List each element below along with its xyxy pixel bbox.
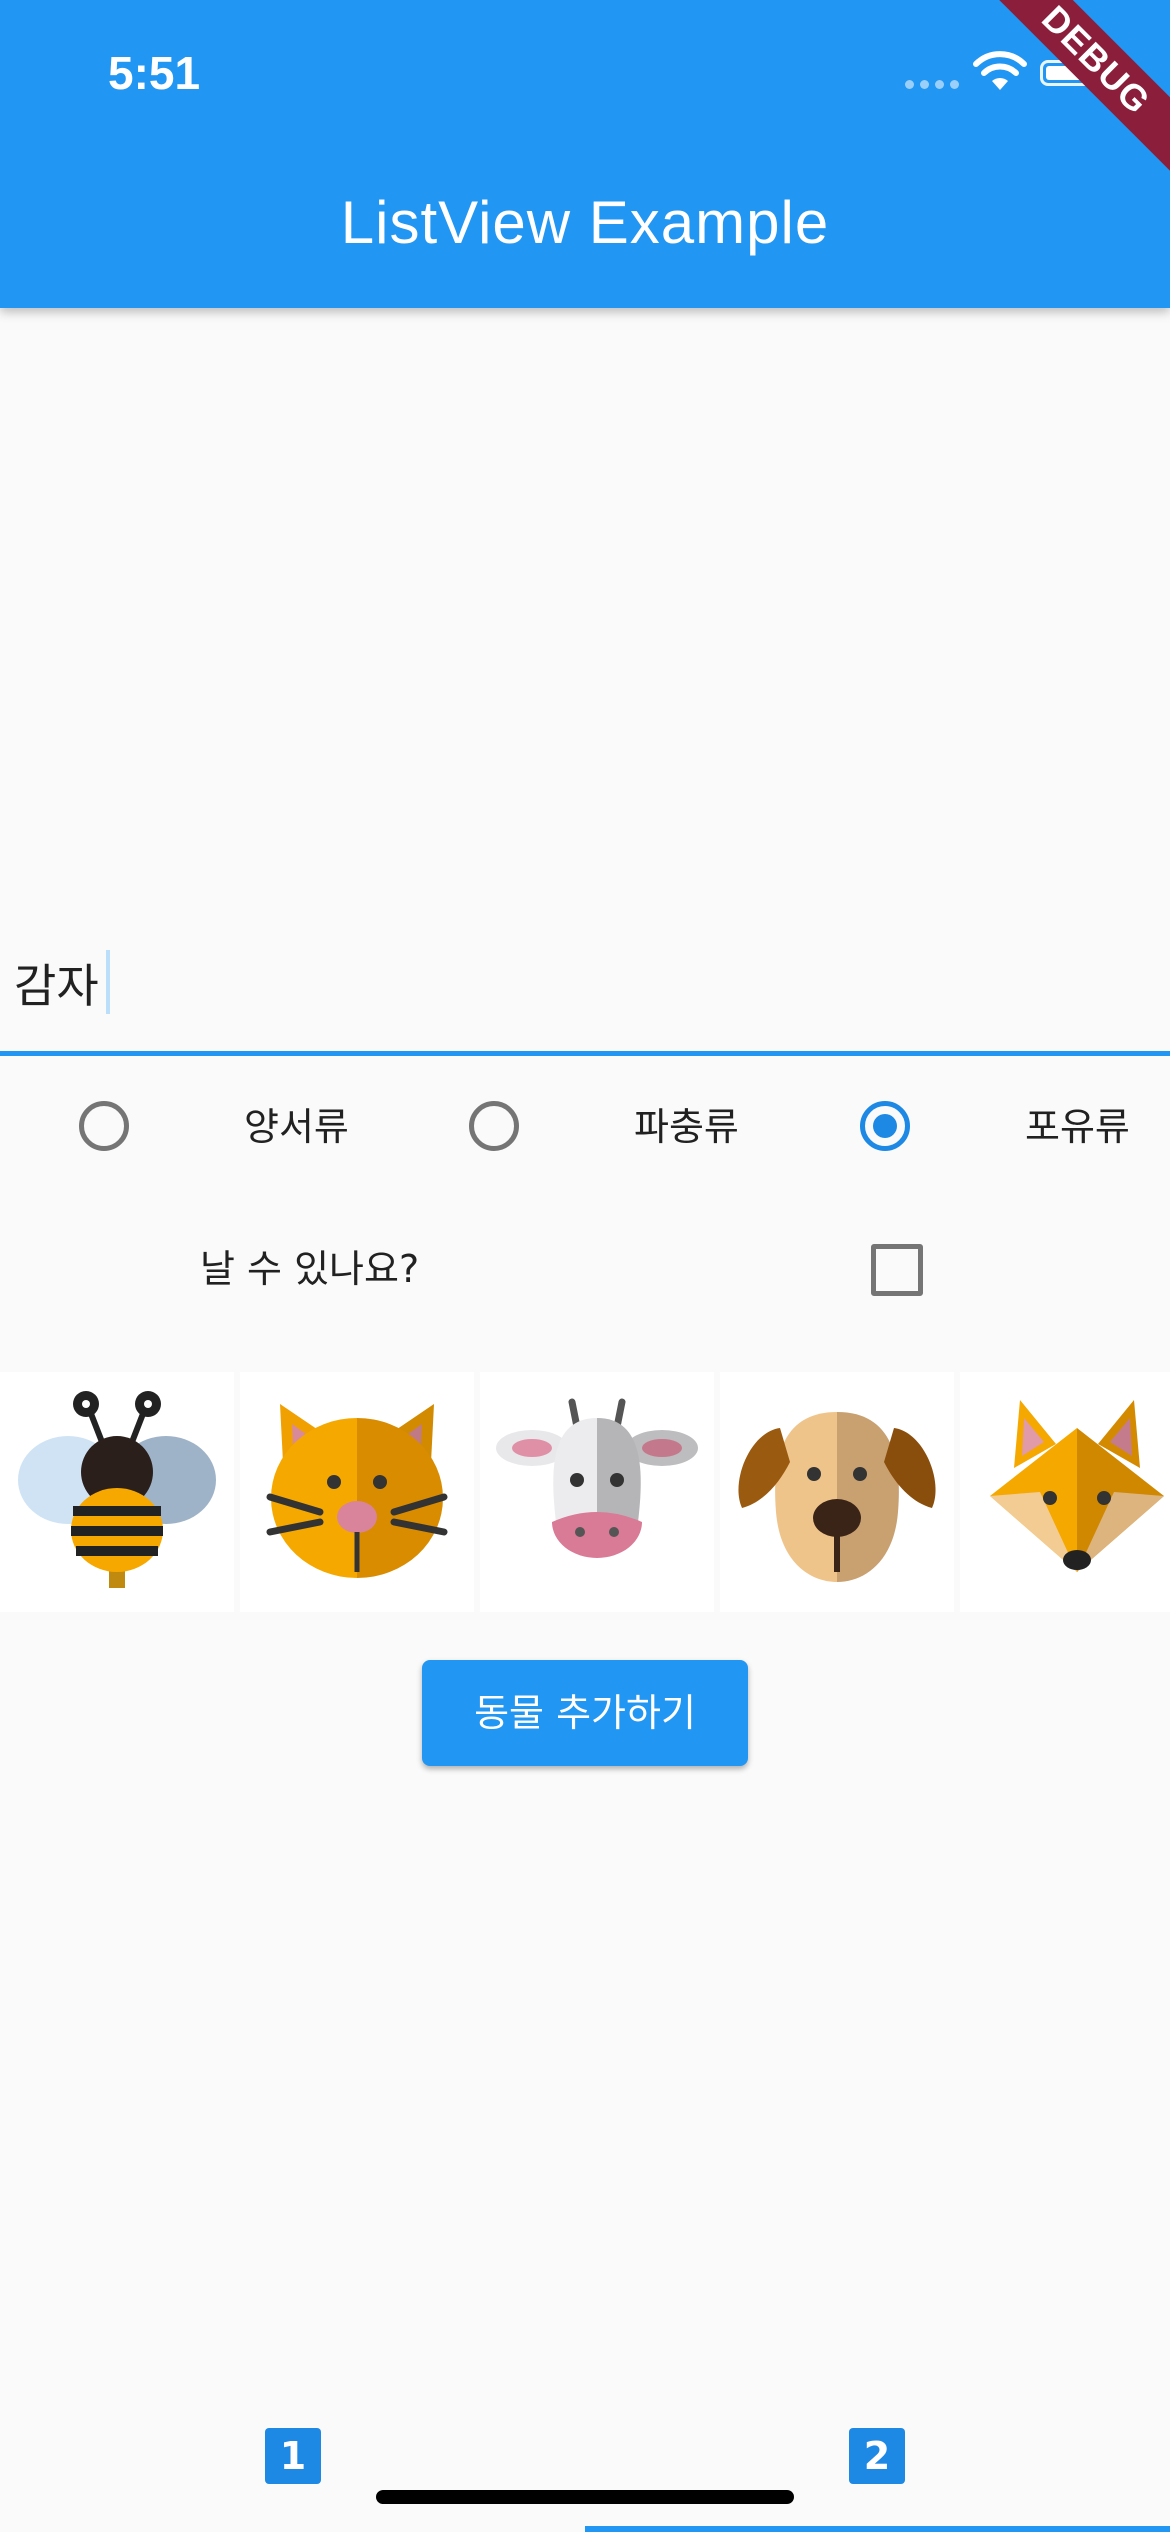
animal-name-input[interactable]: 감자: [0, 920, 1170, 1056]
animal-item[interactable]: [240, 1372, 474, 1612]
radio-mammal[interactable]: [860, 1101, 910, 1151]
can-fly-checkbox[interactable]: [871, 1244, 923, 1296]
status-time: 5:51: [108, 47, 201, 99]
page-title: ListView Example: [340, 189, 830, 256]
cow-icon: [496, 1398, 698, 1558]
cellular-signal-icon: [905, 80, 959, 89]
fox-icon: [990, 1400, 1164, 1572]
dog-icon: [738, 1412, 936, 1582]
add-animal-button[interactable]: 동물 추가하기: [422, 1660, 748, 1766]
radio-label-reptile: 파충류: [634, 1105, 739, 1149]
home-indicator[interactable]: [376, 2490, 794, 2504]
animal-item[interactable]: [0, 1372, 234, 1612]
wifi-icon: [973, 51, 1027, 90]
app-bar: 5:51 ListView Example: [0, 0, 1170, 308]
screen: 5:51 ListView Example DEBUG 감자 양서류 파충류 포…: [0, 0, 1170, 2532]
radio-label-amphibian: 양서류: [244, 1105, 349, 1149]
text-cursor: [106, 950, 110, 1014]
can-fly-label: 날 수 있나요?: [200, 1247, 420, 1291]
radio-amphibian[interactable]: [79, 1101, 129, 1151]
animal-name-value: 감자: [14, 959, 99, 1013]
radio-reptile[interactable]: [469, 1101, 519, 1151]
tab-2[interactable]: 2: [849, 2428, 905, 2484]
animal-item[interactable]: [480, 1372, 714, 1612]
tab-indicator: [585, 2526, 1170, 2532]
animal-item[interactable]: [720, 1372, 954, 1612]
cat-icon: [266, 1404, 448, 1578]
animal-list: [0, 1372, 1170, 1612]
bee-icon: [18, 1391, 216, 1588]
tab-1[interactable]: 1: [265, 2428, 321, 2484]
animal-item[interactable]: [960, 1372, 1170, 1612]
radio-label-mammal: 포유류: [1025, 1105, 1130, 1149]
input-underline: [0, 1051, 1170, 1056]
